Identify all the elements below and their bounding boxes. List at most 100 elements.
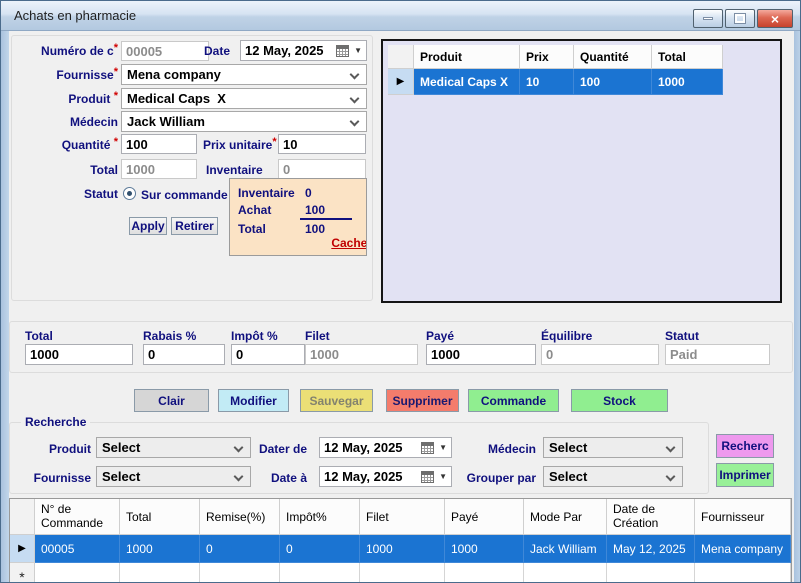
cell[interactable]: 1000	[120, 535, 200, 563]
date-to-picker[interactable]: 12 May, 2025 ▼	[319, 466, 452, 487]
date-to-value: 12 May, 2025	[324, 469, 421, 484]
chevron-down-icon	[350, 117, 360, 127]
cell[interactable]: 0	[200, 535, 280, 563]
search-product-label: Produit	[31, 442, 91, 456]
cell[interactable]: 1000	[360, 535, 445, 563]
hide-popup-link[interactable]: Cacher	[331, 236, 367, 250]
doctor-combo[interactable]: Jack William	[121, 111, 367, 132]
popup-purchase-value: 100	[305, 203, 325, 217]
column-header[interactable]: Quantité	[574, 45, 652, 69]
column-header[interactable]: Produit	[414, 45, 520, 69]
remove-button[interactable]: Retirer	[171, 217, 218, 235]
row-selector-cell[interactable]: ▶	[388, 69, 414, 95]
supplier-label: Fournisse*	[31, 68, 118, 82]
cell[interactable]: 00005	[35, 535, 120, 563]
column-header[interactable]: Payé	[445, 499, 524, 535]
clear-button[interactable]: Clair	[134, 389, 209, 412]
column-header[interactable]: Mode Par	[524, 499, 607, 535]
search-product-combo[interactable]: Select	[96, 437, 251, 458]
search-doctor-combo[interactable]: Select	[543, 437, 683, 458]
cell[interactable]	[607, 563, 695, 583]
search-doctor-label: Médecin	[479, 442, 536, 456]
date-to-label: Date à	[261, 471, 307, 485]
net-input[interactable]	[305, 344, 418, 365]
sur-commande-radio[interactable]	[123, 187, 136, 200]
window-border-left	[1, 31, 9, 583]
cell[interactable]	[445, 563, 524, 583]
discount-input[interactable]	[143, 344, 225, 365]
cell[interactable]	[360, 563, 445, 583]
orders-grid-new-row[interactable]: *	[10, 563, 791, 583]
popup-total-value: 100	[305, 222, 325, 236]
column-header[interactable]: Total	[120, 499, 200, 535]
cell[interactable]: 1000	[652, 69, 723, 95]
column-header[interactable]: Remise(%)	[200, 499, 280, 535]
date-picker[interactable]: 12 May, 2025 ▼	[240, 40, 367, 61]
cell[interactable]: Mena company	[695, 535, 791, 563]
cell[interactable]	[35, 563, 120, 583]
delete-button[interactable]: Supprimer	[386, 389, 459, 412]
row-selector-icon: ▶	[397, 76, 405, 87]
paid-input[interactable]	[426, 344, 536, 365]
date-from-label: Dater de	[255, 442, 307, 456]
cell[interactable]: 10	[520, 69, 574, 95]
cell[interactable]: 100	[574, 69, 652, 95]
column-header[interactable]: Fournisseur	[695, 499, 791, 535]
minimize-button[interactable]	[693, 9, 723, 28]
product-combo[interactable]: Medical Caps X	[121, 88, 367, 109]
cell[interactable]	[280, 563, 360, 583]
cell[interactable]: 1000	[445, 535, 524, 563]
maximize-button[interactable]	[725, 9, 755, 28]
date-dropdown-icon: ▼	[354, 46, 362, 55]
cell[interactable]: Medical Caps X	[414, 69, 520, 95]
orders-grid: N° de Commande Total Remise(%) Impôt% Fi…	[9, 498, 792, 583]
order-no-input[interactable]	[121, 41, 209, 61]
stock-button[interactable]: Stock	[571, 389, 668, 412]
total-input[interactable]	[25, 344, 133, 365]
orders-grid-row[interactable]: ▶ 00005 1000 0 0 1000 1000 Jack William …	[10, 535, 791, 563]
cell[interactable]	[524, 563, 607, 583]
search-button[interactable]: Recherc	[716, 434, 774, 458]
row-selector-cell[interactable]: ▶	[10, 535, 35, 563]
save-button[interactable]: Sauvegar	[300, 389, 373, 412]
column-header[interactable]: N° de Commande	[35, 499, 120, 535]
column-header[interactable]: Filet	[360, 499, 445, 535]
items-grid-row[interactable]: ▶ Medical Caps X 10 100 1000	[388, 69, 723, 95]
cell[interactable]	[200, 563, 280, 583]
status-label: Statut	[31, 187, 118, 201]
date-from-picker[interactable]: 12 May, 2025 ▼	[319, 437, 452, 458]
cell[interactable]: 0	[280, 535, 360, 563]
group-by-combo[interactable]: Select	[543, 466, 683, 487]
search-supplier-combo[interactable]: Select	[96, 466, 251, 487]
column-header[interactable]: Prix	[520, 45, 574, 69]
cell[interactable]	[120, 563, 200, 583]
supplier-combo[interactable]: Mena company	[121, 64, 367, 85]
chevron-down-icon	[350, 70, 360, 80]
column-header[interactable]: Impôt%	[280, 499, 360, 535]
qty-input[interactable]	[121, 134, 197, 154]
apply-button[interactable]: Apply	[129, 217, 167, 235]
popup-total-label: Total	[238, 222, 266, 236]
order-button[interactable]: Commande	[468, 389, 559, 412]
status-option-label[interactable]: Sur commande	[141, 188, 228, 202]
column-header[interactable]: Date de Création	[607, 499, 695, 535]
order-no-label: Numéro de c*	[31, 44, 118, 58]
print-button[interactable]: Imprimer	[716, 463, 774, 487]
close-button[interactable]: ×	[757, 9, 793, 28]
inventory-input[interactable]	[278, 159, 366, 179]
cell[interactable]: May 12, 2025	[607, 535, 695, 563]
pay-status-input[interactable]	[665, 344, 770, 365]
supplier-value: Mena company	[127, 67, 221, 82]
inventory-popup: Inventaire 0 Achat 100 Total 100 Cacher	[229, 178, 367, 256]
tax-input[interactable]	[231, 344, 305, 365]
new-row-selector-cell[interactable]: *	[10, 563, 35, 583]
column-header[interactable]: Total	[652, 45, 723, 69]
line-total-input[interactable]	[121, 159, 197, 179]
unit-price-input[interactable]	[278, 134, 366, 154]
date-dropdown-icon: ▼	[439, 472, 447, 481]
cell[interactable]	[695, 563, 791, 583]
close-icon: ×	[771, 11, 779, 27]
balance-input[interactable]	[541, 344, 659, 365]
modify-button[interactable]: Modifier	[218, 389, 289, 412]
cell[interactable]: Jack William	[524, 535, 607, 563]
